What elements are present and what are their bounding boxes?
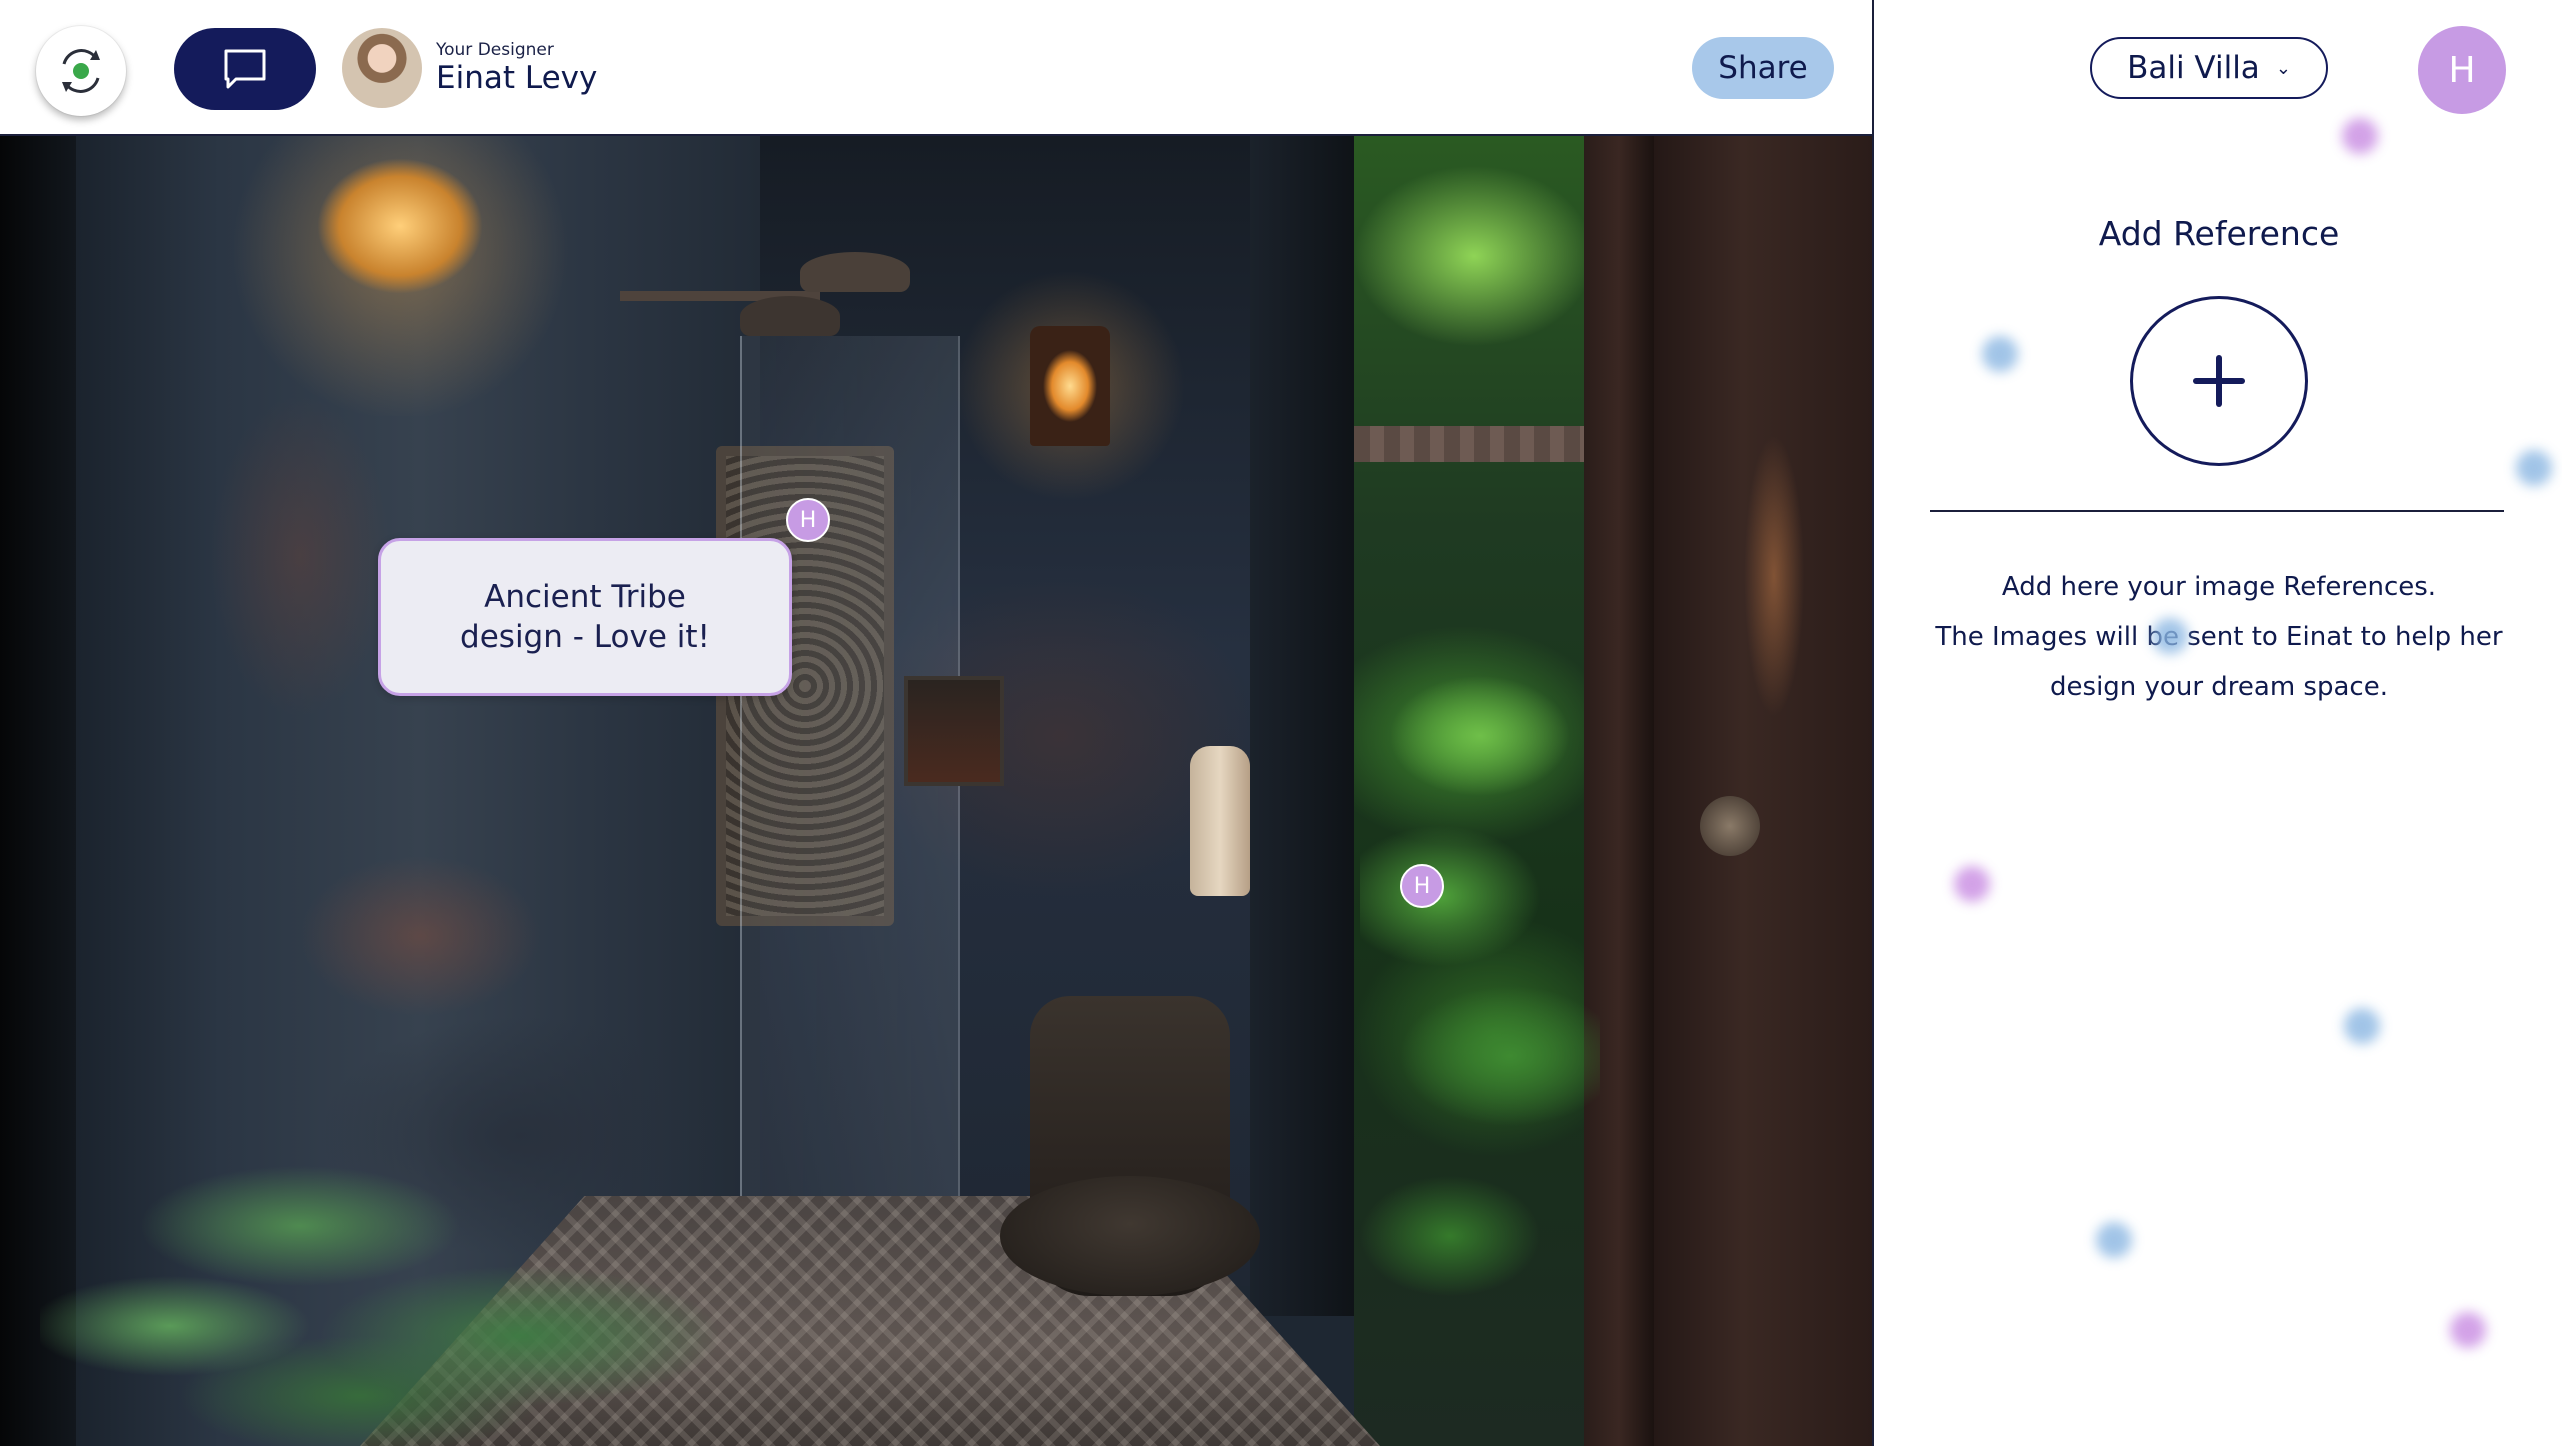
shower-head <box>740 296 840 336</box>
add-reference-button[interactable] <box>2130 296 2308 466</box>
references-panel: Bali Villa ⌄ H Add Reference Add here yo… <box>1876 0 2562 1446</box>
decorative-dot <box>2344 1008 2380 1044</box>
hanging-towel <box>1190 746 1250 896</box>
plus-icon <box>2193 355 2245 407</box>
decorative-dot <box>1954 866 1990 902</box>
app-logo[interactable] <box>36 26 126 116</box>
annotation-pin[interactable]: H <box>1400 864 1444 908</box>
reference-help-text: Add here your image References. The Imag… <box>1876 562 2562 712</box>
wooden-door <box>1654 136 1872 1446</box>
comment-bubble[interactable]: Ancient Tribe design - Love it! <box>378 538 792 696</box>
decorative-dot <box>2450 1312 2486 1348</box>
comment-text: Ancient Tribe design - Love it! <box>460 579 710 655</box>
help-line: Add here your image References. <box>2001 572 2437 602</box>
panel-title: Add Reference <box>2098 214 2340 253</box>
designer-role-label: Your Designer <box>436 40 554 60</box>
decorative-dot <box>2096 1222 2132 1258</box>
wall-corner <box>1250 136 1360 1316</box>
decorative-dot <box>2342 118 2378 154</box>
plant-right <box>1360 636 1600 1336</box>
sync-logo-icon <box>62 49 100 93</box>
top-bar: Your Designer Einat Levy Share <box>0 0 1872 136</box>
chevron-down-icon: ⌄ <box>2275 57 2291 79</box>
project-select[interactable]: Bali Villa ⌄ <box>2090 37 2328 99</box>
image-canvas-pane: Your Designer Einat Levy Share H H Ancie… <box>0 0 1874 1446</box>
shower-head <box>800 252 910 292</box>
chat-button[interactable] <box>174 28 316 110</box>
wall-lamp <box>300 136 500 306</box>
project-name: Bali Villa <box>2127 50 2260 86</box>
toilet-base <box>1000 1176 1260 1296</box>
annotation-pin[interactable]: H <box>786 498 830 542</box>
app-root: Your Designer Einat Levy Share H H Ancie… <box>0 0 2562 1446</box>
divider <box>1930 510 2504 512</box>
plant-left <box>40 1096 720 1446</box>
garden-roof-tiles <box>1354 426 1584 462</box>
designer-name[interactable]: Einat Levy <box>436 60 597 96</box>
decorative-dot <box>2516 450 2552 486</box>
decorative-dot <box>1982 336 2018 372</box>
share-button[interactable]: Share <box>1692 37 1834 99</box>
user-avatar[interactable]: H <box>2418 26 2506 114</box>
designer-avatar[interactable] <box>342 28 422 108</box>
door-knob <box>1700 796 1760 856</box>
help-line: design your dream space. <box>2050 672 2388 702</box>
bathroom-image[interactable] <box>0 136 1872 1446</box>
wall-niche <box>904 676 1004 786</box>
help-line: The Images will be sent to Einat to help… <box>1935 622 2503 652</box>
lantern <box>1030 326 1110 446</box>
chat-bubble-icon <box>224 49 266 89</box>
